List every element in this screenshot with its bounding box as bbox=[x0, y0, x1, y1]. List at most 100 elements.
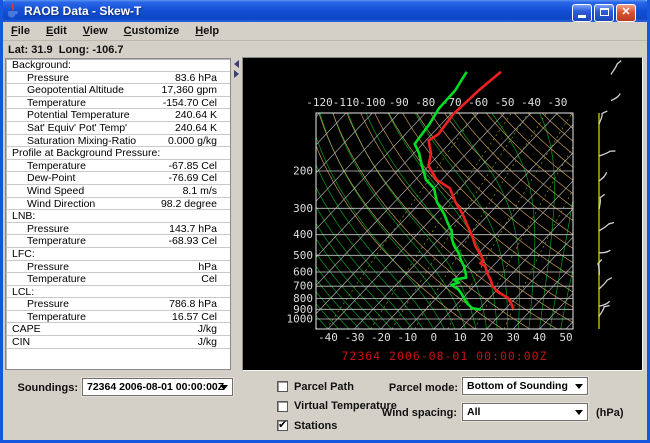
row-label: Pressure bbox=[27, 261, 69, 273]
skewt-chart: -120-110-100-90-80-70-60-50-40-30-40-30-… bbox=[243, 58, 642, 370]
wind-barb-icon bbox=[598, 278, 613, 289]
unchecked-checkbox-icon[interactable] bbox=[277, 381, 288, 392]
sounding-data-table: Background:Pressure83.6 hPaGeopotential … bbox=[5, 58, 231, 370]
minimize-icon bbox=[578, 15, 586, 18]
table-row: Wind Direction98.2 degree bbox=[6, 198, 230, 211]
pressure-tick-label: 600 bbox=[293, 266, 313, 279]
top-axis-tick-label: -50 bbox=[495, 96, 515, 109]
chart-title: 72364 2006-08-01 00:00:00Z bbox=[341, 349, 547, 363]
table-row: Pressure 83.6 hPa bbox=[6, 72, 230, 85]
splitpane-divider[interactable] bbox=[231, 58, 241, 370]
wind-barb-icon bbox=[610, 94, 621, 101]
row-label: Pressure bbox=[27, 223, 69, 235]
checkbox-stations[interactable]: Stations bbox=[277, 419, 337, 432]
menu-customize[interactable]: Customize bbox=[116, 23, 188, 39]
close-button[interactable]: ✕ bbox=[616, 4, 636, 22]
row-value: 786.8 hPa bbox=[169, 298, 217, 310]
row-value: -76.69 Cel bbox=[169, 172, 217, 184]
row-label: Pressure bbox=[27, 72, 69, 84]
table-row: Saturation Mixing-Ratio 0.000 g/kg bbox=[6, 135, 230, 148]
bottom-axis-tick-label: -30 bbox=[345, 331, 365, 344]
row-label: LNB: bbox=[12, 210, 35, 222]
wind-barb-icon bbox=[595, 259, 606, 274]
wind-barb-icon bbox=[599, 147, 615, 161]
row-value: -67.85 Cel bbox=[169, 160, 217, 172]
chevron-down-icon bbox=[575, 384, 583, 389]
row-label: LCL: bbox=[12, 286, 34, 298]
top-axis-tick-label: -120 bbox=[306, 96, 333, 109]
collapse-left-icon[interactable] bbox=[234, 60, 239, 68]
row-label: Temperature bbox=[27, 97, 86, 109]
table-row: Pressure143.7 hPa bbox=[6, 223, 230, 236]
chevron-down-icon bbox=[575, 410, 583, 415]
bottom-axis-tick-label: -40 bbox=[318, 331, 338, 344]
table-row: CIN J/kg bbox=[6, 336, 230, 349]
table-row: CAPEJ/kg bbox=[6, 323, 230, 336]
row-value: J/kg bbox=[198, 336, 217, 348]
bottom-axis-tick-label: 50 bbox=[559, 331, 572, 344]
row-value: -154.70 Cel bbox=[163, 97, 217, 109]
table-row: Temperature 16.57 Cel bbox=[6, 311, 230, 324]
table-row: LCL: bbox=[6, 286, 230, 299]
parcel-mode-value: Bottom of Sounding bbox=[467, 380, 568, 392]
wind-spacing-label: Wind spacing: bbox=[360, 407, 457, 419]
menu-edit[interactable]: Edit bbox=[38, 23, 75, 39]
row-label: Temperature bbox=[27, 160, 86, 172]
menu-file[interactable]: File bbox=[3, 23, 38, 39]
pressure-tick-label: 700 bbox=[293, 280, 313, 293]
menu-bar: FileEditViewCustomizeHelp bbox=[3, 22, 647, 41]
row-label: Temperature bbox=[27, 311, 86, 323]
checked-checkbox-icon[interactable] bbox=[277, 420, 288, 431]
bottom-axis-tick-label: 30 bbox=[506, 331, 519, 344]
row-value: 240.64 K bbox=[175, 109, 217, 121]
row-value: 0.000 g/kg bbox=[168, 135, 217, 147]
pressure-tick-label: 300 bbox=[293, 202, 313, 215]
checkbox-parcel-path[interactable]: Parcel Path bbox=[277, 380, 354, 393]
soundings-label: Soundings: bbox=[10, 382, 78, 394]
pressure-tick-label: 400 bbox=[293, 228, 313, 241]
unchecked-checkbox-icon[interactable] bbox=[277, 401, 288, 412]
table-row: LFC: bbox=[6, 248, 230, 261]
bottom-axis-tick-label: 0 bbox=[430, 331, 437, 344]
minimize-button[interactable] bbox=[572, 4, 592, 22]
checkbox-label: Parcel Path bbox=[294, 381, 354, 393]
menu-help[interactable]: Help bbox=[187, 23, 227, 39]
soundings-dropdown[interactable]: 72364 2006-08-01 00:00:00Z bbox=[82, 378, 233, 396]
checkbox-label: Stations bbox=[294, 420, 337, 432]
row-value: 17,360 gpm bbox=[162, 84, 217, 96]
row-value: hPa bbox=[198, 261, 217, 273]
bottom-axis-tick-label: 40 bbox=[533, 331, 546, 344]
row-value: 83.6 hPa bbox=[175, 72, 217, 84]
table-row: Geopotential Altitude17,360 gpm bbox=[6, 84, 230, 97]
row-value: 16.57 Cel bbox=[172, 311, 217, 323]
bottom-axis-tick-label: -10 bbox=[397, 331, 417, 344]
collapse-right-icon[interactable] bbox=[234, 70, 239, 78]
table-row: Profile at Background Pressure: bbox=[6, 147, 230, 160]
pressure-tick-label: 500 bbox=[293, 249, 313, 262]
row-value: -68.93 Cel bbox=[169, 235, 217, 247]
row-label: Saturation Mixing-Ratio bbox=[27, 135, 136, 147]
wind-spacing-dropdown[interactable]: All bbox=[462, 403, 588, 421]
menu-view[interactable]: View bbox=[75, 23, 116, 39]
table-row: LNB: bbox=[6, 210, 230, 223]
maximize-icon bbox=[600, 8, 609, 16]
top-axis-tick-label: -110 bbox=[333, 96, 360, 109]
top-axis-tick-label: -30 bbox=[548, 96, 568, 109]
row-label: Dew-Point bbox=[27, 172, 75, 184]
parcel-mode-label: Parcel mode: bbox=[368, 382, 458, 394]
row-label: Sat' Equiv' Pot' Temp' bbox=[27, 122, 127, 134]
row-label: Wind Speed bbox=[27, 185, 84, 197]
app-window: RAOB Data - Skew-T ✕ FileEditViewCustomi… bbox=[0, 0, 650, 443]
pressure-tick-label: 1000 bbox=[287, 313, 314, 326]
table-row: Sat' Equiv' Pot' Temp'240.64 K bbox=[6, 122, 230, 135]
chevron-down-icon bbox=[220, 385, 228, 390]
wind-barb-icon bbox=[599, 110, 607, 125]
wind-spacing-unit: (hPa) bbox=[596, 407, 624, 419]
parcel-mode-dropdown[interactable]: Bottom of Sounding bbox=[462, 377, 588, 395]
pressure-tick-label: 200 bbox=[293, 165, 313, 178]
maximize-button[interactable] bbox=[594, 4, 614, 22]
bottom-axis-tick-label: 20 bbox=[480, 331, 493, 344]
table-row: Temperature-68.93 Cel bbox=[6, 235, 230, 248]
title-bar[interactable]: RAOB Data - Skew-T ✕ bbox=[0, 0, 650, 22]
row-label: CIN bbox=[12, 336, 30, 348]
